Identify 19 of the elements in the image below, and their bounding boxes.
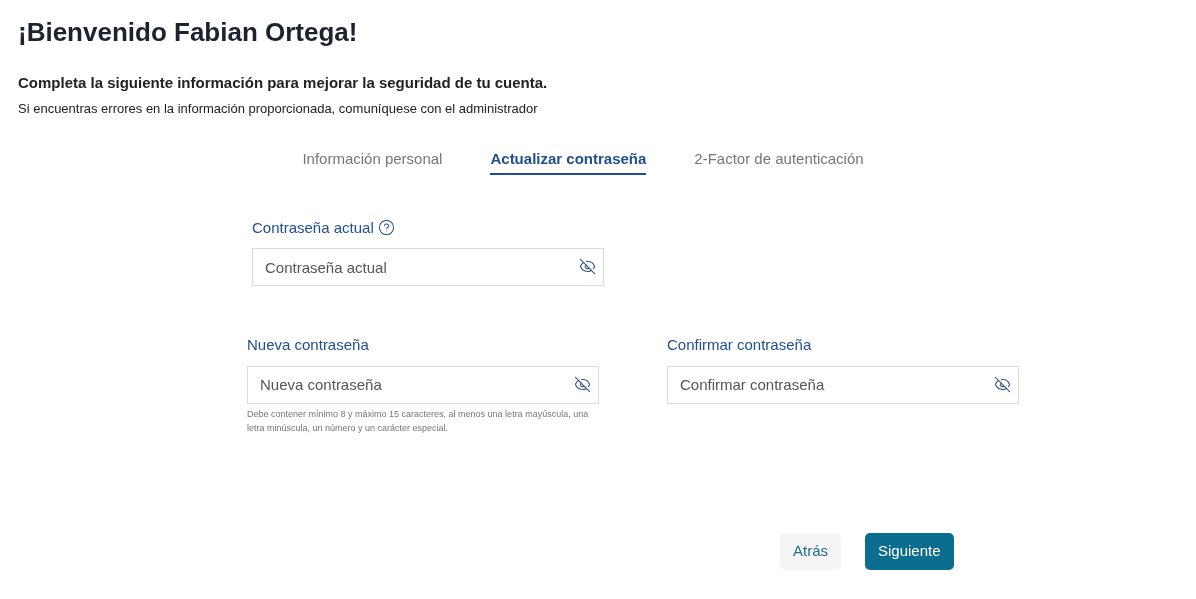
tab[interactable]: Información personal xyxy=(302,148,443,175)
eye-off-icon[interactable] xyxy=(994,375,1011,393)
info-text: Si encuentras errores en la información proporcionada, comuníquese con el administrador xyxy=(18,99,539,118)
password-field[interactable]: Nueva contraseña xyxy=(247,365,599,404)
tab[interactable]: Actualizar contraseña xyxy=(490,148,647,175)
subtitle: Completa la siguiente información para mejorar la seguridad de tu cuenta. xyxy=(18,73,549,93)
password-field[interactable]: Contraseña actual xyxy=(252,248,604,286)
page-title: ¡Bienvenido Fabian Ortega! xyxy=(18,16,359,49)
eye-off-icon[interactable] xyxy=(574,375,591,393)
field-label: Contraseña actual xyxy=(252,217,374,238)
password-field[interactable]: Confirmar contraseña xyxy=(667,365,1019,404)
next-button[interactable]: Siguiente xyxy=(865,532,954,570)
tab[interactable]: 2-Factor de autenticación xyxy=(694,148,864,175)
back-button[interactable]: Atrás xyxy=(780,532,841,570)
help-icon[interactable] xyxy=(377,219,395,237)
password-hint: Debe contener mínimo 8 y máximo 15 caracteres, al menos una letra mayúscula, una letra minúscula, un número y un carácter especial. xyxy=(247,407,590,435)
field-label: Nueva contraseña xyxy=(247,335,369,355)
field-label: Confirmar contraseña xyxy=(667,335,812,355)
eye-off-icon[interactable] xyxy=(579,258,596,275)
